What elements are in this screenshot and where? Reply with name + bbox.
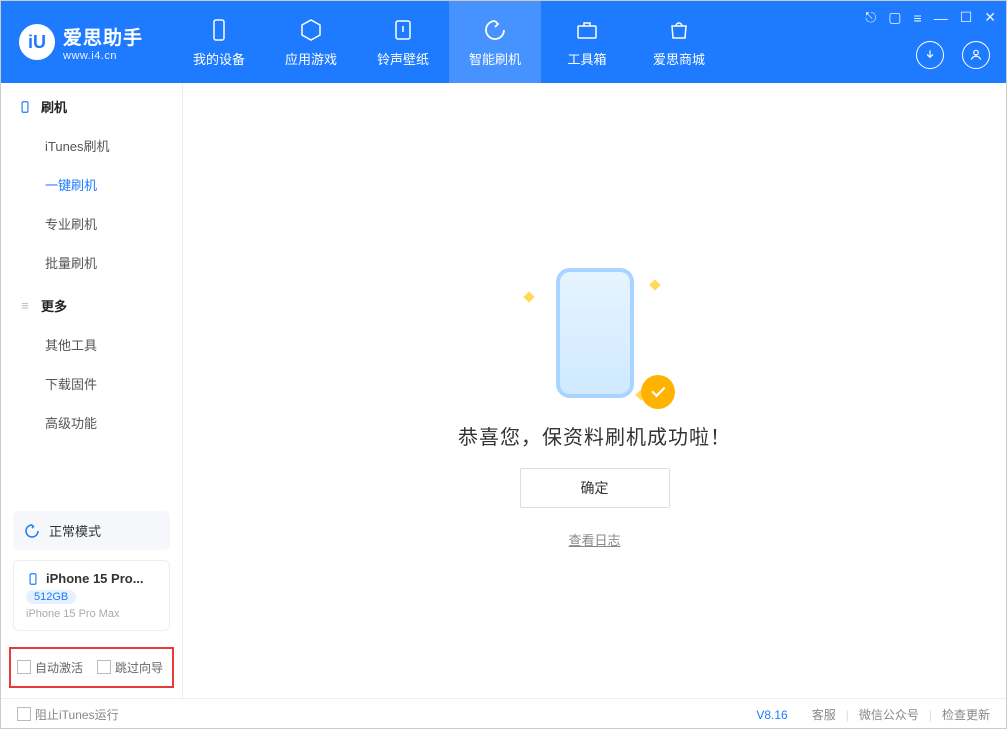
device-full-name: iPhone 15 Pro Max xyxy=(26,608,157,620)
more-icon: ≡ xyxy=(17,298,33,314)
sidebar-group-more: ≡ 更多 xyxy=(1,282,182,325)
refresh-small-icon xyxy=(23,522,41,540)
footer-link-wechat[interactable]: 微信公众号 xyxy=(859,706,919,723)
check-badge-icon xyxy=(641,375,675,409)
app-subtitle: www.i4.cn xyxy=(63,50,143,62)
logo-icon: iU xyxy=(19,24,55,60)
nav-label: 铃声壁纸 xyxy=(377,49,429,68)
device-box[interactable]: iPhone 15 Pro... 512GB iPhone 15 Pro Max xyxy=(13,560,170,631)
nav-apps[interactable]: 应用游戏 xyxy=(265,1,357,83)
sidebar-item-itunes-flash[interactable]: iTunes刷机 xyxy=(1,126,182,165)
sidebar-group-flash: 刷机 xyxy=(1,83,182,126)
sidebar-item-pro-flash[interactable]: 专业刷机 xyxy=(1,204,182,243)
sidebar: 刷机 iTunes刷机 一键刷机 专业刷机 批量刷机 ≡ 更多 其他工具 下载固… xyxy=(1,83,183,698)
maximize-icon[interactable]: ☐ xyxy=(960,9,973,26)
version-label: V8.16 xyxy=(756,708,787,722)
skin-icon[interactable]: ⎋ xyxy=(865,9,876,26)
nav-label: 应用游戏 xyxy=(285,49,337,68)
auto-activate-checkbox[interactable]: 自动激活 xyxy=(17,659,83,676)
nav-toolbox[interactable]: 工具箱 xyxy=(541,1,633,83)
menu-icon[interactable]: ≡ xyxy=(914,10,922,26)
music-icon xyxy=(390,17,416,43)
skip-guide-checkbox[interactable]: 跳过向导 xyxy=(97,659,163,676)
nav-label: 爱思商城 xyxy=(653,49,705,68)
bag-icon xyxy=(666,17,692,43)
success-illustration xyxy=(525,263,665,403)
minimize-icon[interactable]: — xyxy=(934,10,948,26)
nav-label: 我的设备 xyxy=(193,49,245,68)
nav-label: 工具箱 xyxy=(568,49,607,68)
user-button[interactable] xyxy=(962,41,990,69)
nav-my-device[interactable]: 我的设备 xyxy=(173,1,265,83)
footer: 阻止iTunes运行 V8.16 客服 | 微信公众号 | 检查更新 xyxy=(1,698,1006,730)
footer-link-update[interactable]: 检查更新 xyxy=(942,706,990,723)
sidebar-item-advanced[interactable]: 高级功能 xyxy=(1,403,182,442)
options-highlight: 自动激活 跳过向导 xyxy=(9,647,174,688)
cube-icon xyxy=(298,17,324,43)
main-content: 恭喜您，保资料刷机成功啦！ 确定 查看日志 xyxy=(183,83,1006,698)
window-controls: ⎋ ▢ ≡ — ☐ ✕ xyxy=(865,9,996,26)
sidebar-item-batch-flash[interactable]: 批量刷机 xyxy=(1,243,182,282)
device-icon xyxy=(26,572,40,586)
block-itunes-checkbox[interactable]: 阻止iTunes运行 xyxy=(17,706,119,723)
sidebar-item-other-tools[interactable]: 其他工具 xyxy=(1,325,182,364)
nav-ringtones[interactable]: 铃声壁纸 xyxy=(357,1,449,83)
footer-link-support[interactable]: 客服 xyxy=(812,706,836,723)
mode-box[interactable]: 正常模式 xyxy=(13,511,170,550)
phone-icon[interactable]: ▢ xyxy=(888,9,901,26)
device-name-text: iPhone 15 Pro... xyxy=(46,571,144,586)
download-button[interactable] xyxy=(916,41,944,69)
refresh-icon xyxy=(482,17,508,43)
ok-button[interactable]: 确定 xyxy=(520,468,670,508)
view-log-link[interactable]: 查看日志 xyxy=(568,530,620,549)
phone-small-icon xyxy=(17,99,33,115)
app-title: 爱思助手 xyxy=(63,23,143,50)
top-nav: 我的设备 应用游戏 铃声壁纸 智能刷机 工具箱 爱思商城 xyxy=(173,1,725,83)
nav-label: 智能刷机 xyxy=(469,49,521,68)
nav-flash[interactable]: 智能刷机 xyxy=(449,1,541,83)
toolbox-icon xyxy=(574,17,600,43)
sidebar-item-download-firmware[interactable]: 下载固件 xyxy=(1,364,182,403)
storage-badge: 512GB xyxy=(26,590,76,604)
mode-label: 正常模式 xyxy=(49,521,101,540)
header: iU 爱思助手 www.i4.cn 我的设备 应用游戏 铃声壁纸 智能刷机 工具… xyxy=(1,1,1006,83)
logo: iU 爱思助手 www.i4.cn xyxy=(1,23,161,62)
nav-store[interactable]: 爱思商城 xyxy=(633,1,725,83)
success-message: 恭喜您，保资料刷机成功啦！ xyxy=(458,421,731,450)
sidebar-item-oneclick-flash[interactable]: 一键刷机 xyxy=(1,165,182,204)
close-icon[interactable]: ✕ xyxy=(984,9,996,26)
device-icon xyxy=(206,17,232,43)
